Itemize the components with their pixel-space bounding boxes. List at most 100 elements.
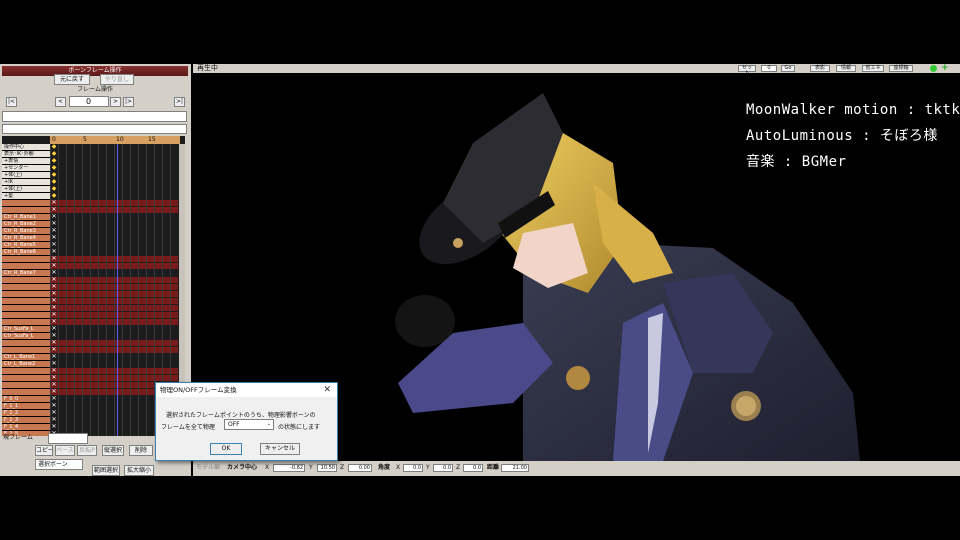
playback-status: 再生中 [197, 64, 218, 72]
credit-line-3: 音楽 : BGMer [746, 154, 847, 170]
bone-select-dropdown[interactable]: 選択ボーン [35, 459, 83, 470]
bone-row-label[interactable] [2, 263, 50, 270]
dialog-titlebar: 物理ON/OFFフレーム変換 ✕ [156, 383, 337, 397]
x-label: X [265, 464, 270, 471]
bone-row-label[interactable]: Ctr_L_Bane1 [2, 354, 50, 361]
bone-row-label[interactable]: Ctr_R_Bane7 [2, 270, 50, 277]
bone-row-label[interactable]: F_1_1 [2, 403, 50, 410]
add-icon[interactable]: + [941, 64, 949, 73]
distance-label: 距離 [487, 464, 500, 471]
bone-row-label[interactable]: +体(上) [2, 172, 50, 179]
bone-row-label[interactable]: Ctr_L_Bane2 [2, 361, 50, 368]
model-select-field[interactable] [2, 111, 187, 122]
bone-row-label[interactable]: F_1_3 [2, 417, 50, 424]
bone-row-label[interactable] [2, 312, 50, 319]
set-value-field[interactable]: 0 [761, 65, 777, 72]
bone-row-label[interactable] [2, 319, 50, 326]
bone-row-label[interactable] [2, 256, 50, 263]
physics-state-value: OFF [228, 421, 240, 428]
bone-row-label[interactable]: Ctr_SusFa_L [2, 326, 50, 333]
close-icon[interactable]: ✕ [323, 383, 331, 397]
bone-row-label[interactable] [2, 375, 50, 382]
next-frame-button[interactable]: > [110, 97, 121, 107]
credit-line-1: MoonWalker motion : tktk様 [746, 102, 960, 118]
bone-row-label[interactable]: 表示･IK･外観 [2, 151, 50, 158]
bone-row-label[interactable] [2, 277, 50, 284]
bone-row-label[interactable] [2, 389, 50, 396]
bone-row-label[interactable] [2, 305, 50, 312]
bone-row-label[interactable] [2, 284, 50, 291]
angle-y-field[interactable]: 0.0 [433, 464, 453, 472]
bone-row-label[interactable] [2, 207, 50, 214]
angle-z-field[interactable]: 0.0 [463, 464, 483, 472]
frame-number-input[interactable]: 0 [69, 96, 109, 107]
bone-row-label[interactable]: Ctr_R_Bane4 [2, 235, 50, 242]
dialog-title: 物理ON/OFFフレーム変換 [160, 386, 237, 394]
first-frame-button[interactable]: |< [6, 97, 17, 107]
bone-row-label[interactable]: +髪 [2, 193, 50, 200]
bone-row-label[interactable]: +センター [2, 165, 50, 172]
camera-y-field[interactable]: 10.50 [317, 464, 337, 472]
bone-row-label[interactable]: +IK [2, 179, 50, 186]
go-button[interactable]: Go [781, 65, 795, 72]
bone-row-label[interactable] [2, 340, 50, 347]
bone-row-label[interactable] [2, 368, 50, 375]
light-icon[interactable] [930, 65, 937, 72]
y-label: Y [309, 464, 313, 471]
bone-row-label[interactable]: Ctr_SusFa_L [2, 333, 50, 340]
camera-x-field[interactable]: -0.82 [273, 464, 305, 472]
bone-row-label[interactable]: Ctr_R_Bane5 [2, 242, 50, 249]
camera-center-label: カメラ中心 [227, 464, 258, 471]
reverse-paste-button[interactable]: 反転P [77, 445, 97, 456]
bone-row-label[interactable]: +表情 [2, 158, 50, 165]
cancel-button[interactable]: キャンセル [260, 443, 300, 455]
bone-row-label[interactable] [2, 298, 50, 305]
range-select-button[interactable]: 範囲選択 [92, 465, 120, 476]
axis-button[interactable]: 座標軸 [889, 65, 913, 72]
paste-button[interactable]: ペースト [55, 445, 75, 456]
distance-field[interactable]: 21.00 [501, 464, 529, 472]
bone-row-label[interactable]: F_1_2 [2, 410, 50, 417]
ruler-tick: 15 [148, 136, 156, 143]
bone-row-label[interactable]: 操作中心 [2, 144, 50, 151]
eco-button[interactable]: 省エネ [862, 65, 884, 72]
bone-row-label[interactable]: +体(上) [2, 186, 50, 193]
vertical-select-button[interactable]: 縦選択 [102, 445, 124, 456]
bone-row-label[interactable]: Ctr_R_Bane6 [2, 249, 50, 256]
physics-state-select[interactable]: OFF ⌄ [224, 419, 274, 430]
next-key-button[interactable]: |> [123, 97, 134, 107]
dialog-message-2-suffix: の状態にします [278, 424, 321, 431]
frame-section-header: フレーム操作 [2, 86, 188, 94]
copy-button[interactable]: コピー [35, 445, 53, 456]
bone-row-label[interactable]: F_1_4 [2, 424, 50, 431]
prev-frame-button[interactable]: < [55, 97, 66, 107]
bone-row-label[interactable] [2, 200, 50, 207]
bone-row-label[interactable]: Ctr_R_Bane2 [2, 221, 50, 228]
bone-row-label[interactable] [2, 382, 50, 389]
current-frame-marker [117, 144, 118, 436]
ok-button[interactable]: OK [210, 443, 242, 455]
angle-z-label: Z [456, 464, 461, 471]
bone-row-label[interactable] [2, 347, 50, 354]
bone-list: 操作中心 表示･IK･外観 +表情 +センター +体(上) +IK +体(上) +髪 Ctr_R… [2, 144, 50, 436]
last-frame-button[interactable]: >| [174, 97, 185, 107]
shadow-button[interactable]: 表影 [810, 65, 830, 72]
angle-x-field[interactable]: 0.0 [403, 464, 423, 472]
restore-button[interactable]: 元に戻す [54, 74, 90, 85]
delete-button[interactable]: 削除 [129, 445, 153, 456]
bone-row-label[interactable]: F_0_0 [2, 396, 50, 403]
camera-z-field[interactable]: 0.00 [348, 464, 372, 472]
bone-row-label[interactable]: Ctr_R_Bane1 [2, 214, 50, 221]
bone-select-field[interactable] [2, 124, 187, 134]
bone-section-header: ボーンフレーム操作 [2, 66, 188, 76]
scale-button[interactable]: 拡大縮小 [124, 465, 154, 476]
bone-row-label[interactable] [2, 291, 50, 298]
info-button[interactable]: 情報 [836, 65, 856, 72]
bone-row-label[interactable]: Ctr_R_Bane3 [2, 228, 50, 235]
redo-button[interactable]: やり直し [100, 74, 134, 85]
chevron-down-icon: ⌄ [266, 421, 271, 427]
viewport-toolbar: 再生中 セット 0 Go 表影 情報 省エネ 座標軸 + [193, 64, 960, 76]
dialog-message-1: 選択されたフレームポイントのうち、物理影響ボーンの [166, 412, 316, 419]
current-frame-field[interactable] [48, 433, 88, 444]
set-button[interactable]: セット [738, 65, 756, 76]
